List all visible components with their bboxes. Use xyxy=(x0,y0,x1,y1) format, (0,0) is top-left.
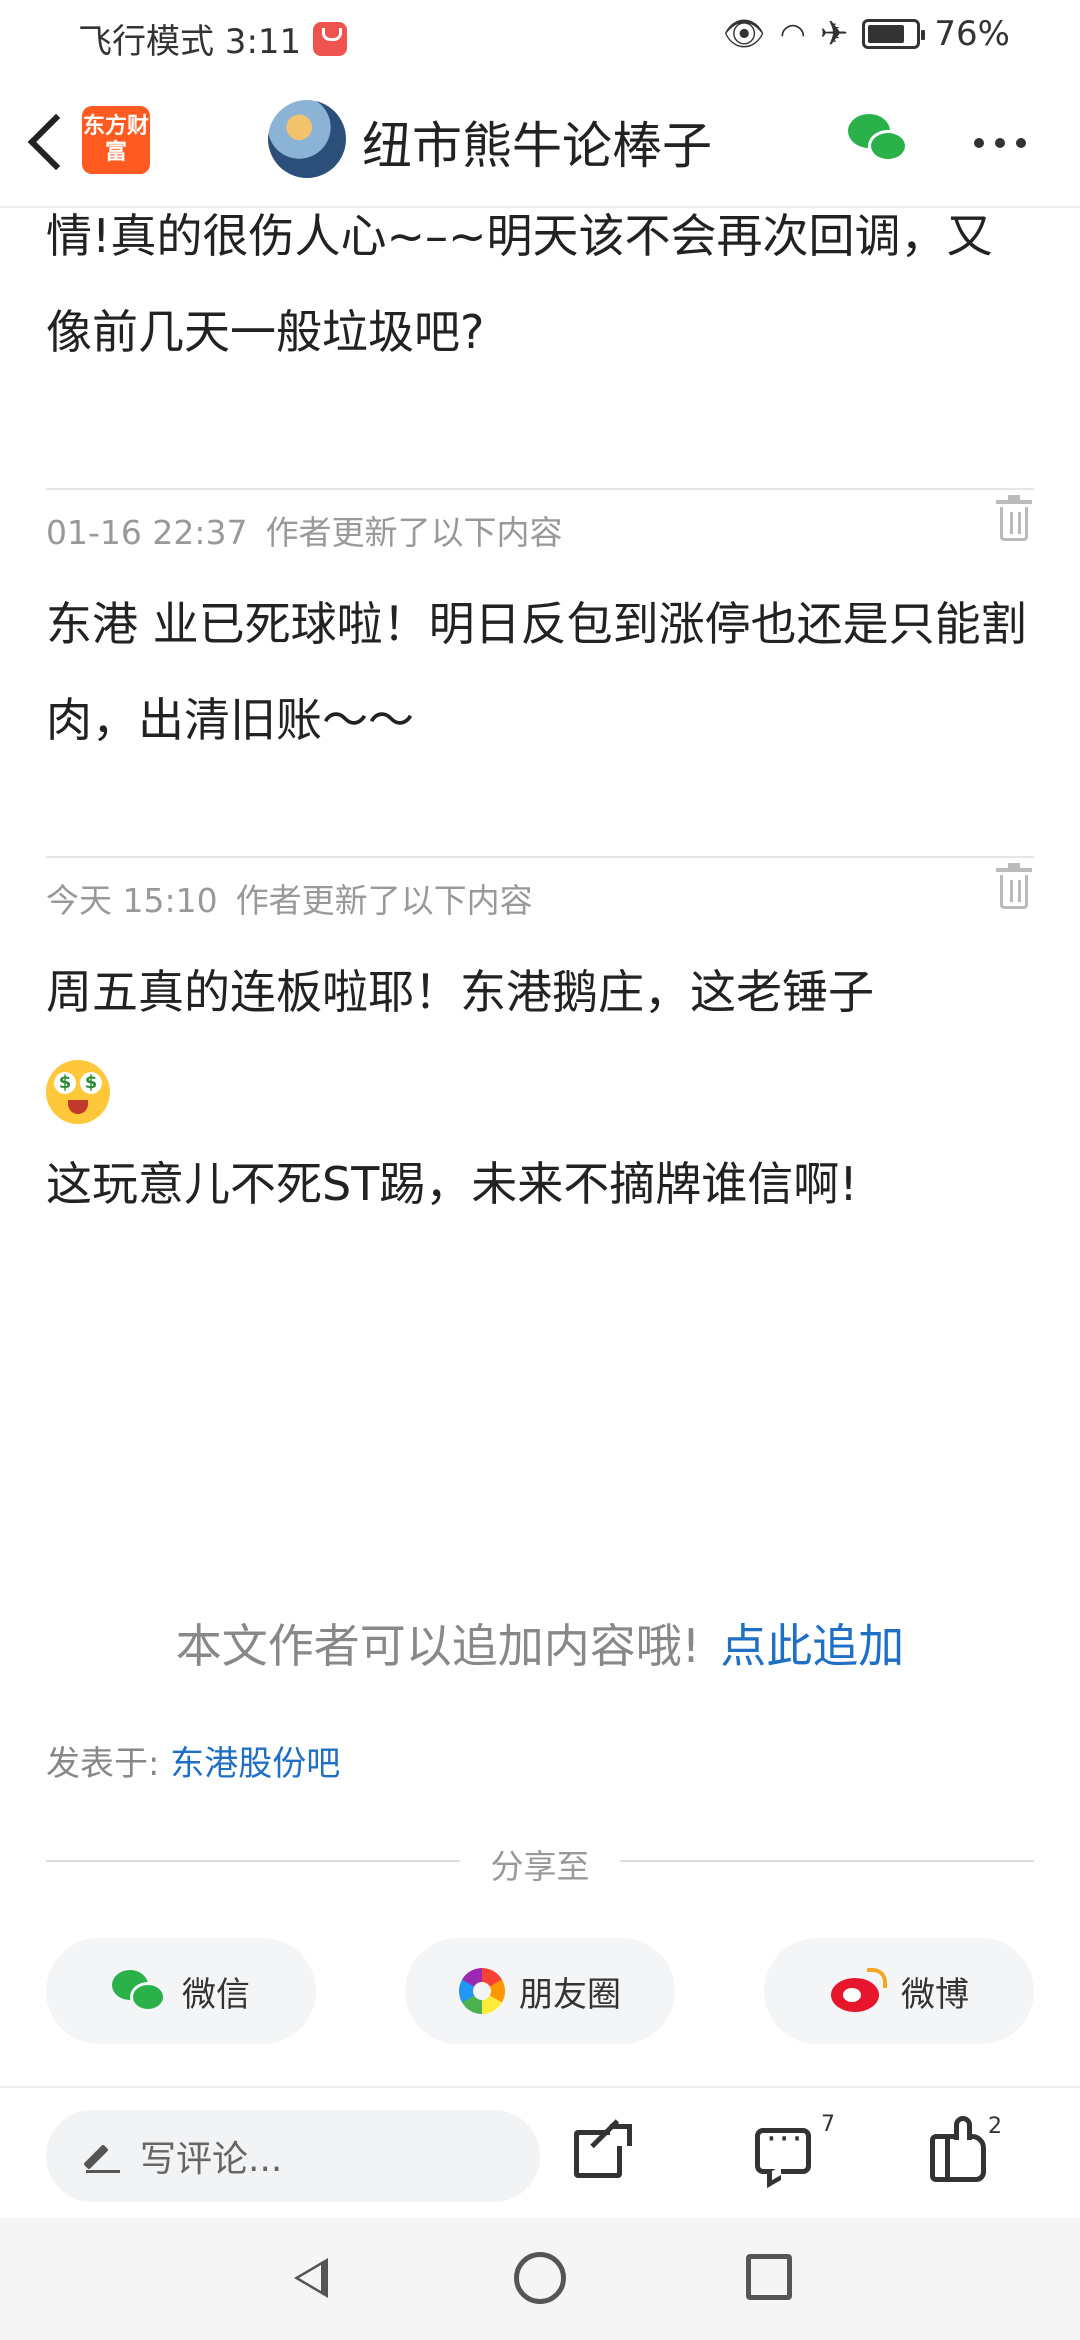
status-left: 飞行模式 3:11 xyxy=(78,14,348,63)
battery-icon xyxy=(862,19,926,49)
update-text-line1: 周五真的连板啦耶！东港鹅庄，这老锤子 xyxy=(46,965,874,1019)
money-face-emoji-icon xyxy=(46,1059,110,1124)
comment-placeholder: 写评论... xyxy=(140,2139,283,2180)
wechat-share-icon[interactable] xyxy=(848,108,912,168)
update-meta: 今天 15:10 作者更新了以下内容 xyxy=(46,874,533,922)
battery-level: 76% xyxy=(934,14,1010,54)
comment-input[interactable]: 写评论... xyxy=(46,2110,540,2202)
update-text: 周五真的连板啦耶！东港鹅庄，这老锤子 这玩意儿不死ST踢，未来不摘牌谁信啊! xyxy=(46,944,1036,1232)
update-header: 01-16 22:37 作者更新了以下内容 xyxy=(46,490,1036,570)
posted-label: 发表于: xyxy=(46,1744,160,1784)
share-title-text: 分享至 xyxy=(490,1847,590,1886)
update-note: 作者更新了以下内容 xyxy=(265,513,563,552)
update-time: 01-16 22:37 xyxy=(46,513,248,552)
update-text: 东港 业已死球啦！明日反包到涨停也还是只能割肉，出清旧账～～ xyxy=(46,597,1027,747)
status-right: 👁 ◠ ✈ 76% xyxy=(723,14,1010,54)
back-button[interactable] xyxy=(24,108,74,178)
posted-in: 发表于: 东港股份吧 xyxy=(46,1736,340,1785)
more-icon[interactable] xyxy=(970,128,1030,158)
weibo-icon xyxy=(829,1968,887,2014)
eye-icon: 👁 xyxy=(722,14,766,54)
system-back-icon[interactable] xyxy=(286,2252,334,2304)
intro-paragraph: 情!真的很伤人心~–~明天该不会再次回调，又像前几天一般垃圾吧? xyxy=(46,209,993,359)
pen-icon xyxy=(86,2139,120,2173)
update-text-line2: 这玩意儿不死ST踢，未来不摘牌谁信啊! xyxy=(46,1157,858,1211)
brand-name: 东方财富 xyxy=(82,114,149,165)
share-weibo-button[interactable]: 微博 xyxy=(764,1938,1034,2044)
wifi-icon: ◠ xyxy=(779,16,806,52)
author-avatar[interactable] xyxy=(268,100,346,178)
like-count: 2 xyxy=(988,2114,1002,2139)
trash-icon[interactable] xyxy=(996,495,1032,541)
app-store-icon xyxy=(313,21,348,56)
bottom-action-bar: 写评论... 7 2 xyxy=(0,2086,1080,2218)
like-icon[interactable]: 2 xyxy=(930,2114,1002,2186)
append-link[interactable]: 点此追加 xyxy=(720,1619,904,1673)
share-wechat-button[interactable]: 微信 xyxy=(46,1938,316,2044)
update-header: 今天 15:10 作者更新了以下内容 xyxy=(46,858,1036,938)
status-time: 飞行模式 3:11 xyxy=(78,22,302,62)
update-time: 今天 15:10 xyxy=(46,881,218,920)
trash-icon[interactable] xyxy=(996,863,1032,909)
share-icon[interactable] xyxy=(570,2119,634,2186)
airplane-icon: ✈ xyxy=(819,14,849,54)
append-prompt: 本文作者可以追加内容哦! 点此追加 xyxy=(0,1610,1080,1676)
stock-bar-link[interactable]: 东港股份吧 xyxy=(170,1744,340,1784)
post-content: 情!真的很伤人心~–~明天该不会再次回调，又像前几天一般垃圾吧? 01-16 2… xyxy=(46,208,1036,1232)
system-home-icon[interactable] xyxy=(514,2252,566,2304)
status-bar: 飞行模式 3:11 👁 ◠ ✈ 76% xyxy=(0,0,1080,78)
system-recents-icon[interactable] xyxy=(746,2254,792,2300)
wechat-icon xyxy=(112,1968,168,2014)
share-title: 分享至 xyxy=(46,1840,1034,1886)
update-note: 作者更新了以下内容 xyxy=(235,881,533,920)
share-moments-label: 朋友圈 xyxy=(519,1974,621,2015)
update-meta: 01-16 22:37 作者更新了以下内容 xyxy=(46,506,562,554)
brand-logo[interactable]: 东方财富 xyxy=(82,106,150,174)
share-buttons: 微信 朋友圈 微博 xyxy=(46,1938,1034,2044)
comment-icon[interactable]: 7 xyxy=(755,2112,835,2189)
share-wechat-label: 微信 xyxy=(182,1974,250,2015)
moments-icon xyxy=(459,1968,505,2014)
share-weibo-label: 微博 xyxy=(901,1974,969,2015)
share-moments-button[interactable]: 朋友圈 xyxy=(405,1938,675,2044)
append-text: 本文作者可以追加内容哦! xyxy=(175,1619,701,1673)
comment-count: 7 xyxy=(821,2112,835,2137)
system-nav-bar xyxy=(0,2218,1080,2340)
author-name[interactable]: 纽市熊牛论棒子 xyxy=(362,106,712,178)
